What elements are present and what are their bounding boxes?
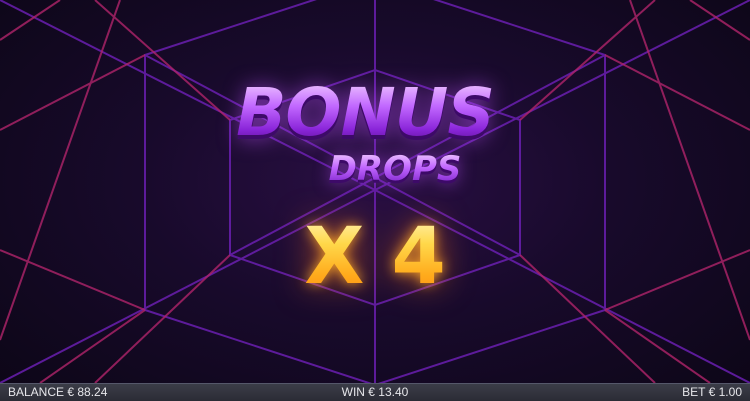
status-bar: BALANCE € 88.24 WIN € 13.40 BET € 1.00 [0,383,750,401]
title-line-drops: DROPS [40,152,750,186]
multiplier-text: X 4 [0,212,750,302]
title-line-bonus: BONUS [0,80,750,146]
game-stage: BONUS DROPS X 4 BALANCE € 88.24 WIN € 13… [0,0,750,401]
bonus-drops-title: BONUS DROPS [0,80,750,187]
neon-grid-background [0,0,750,383]
bet-display: BET € 1.00 [682,385,742,399]
win-display: WIN € 13.40 [341,385,409,399]
